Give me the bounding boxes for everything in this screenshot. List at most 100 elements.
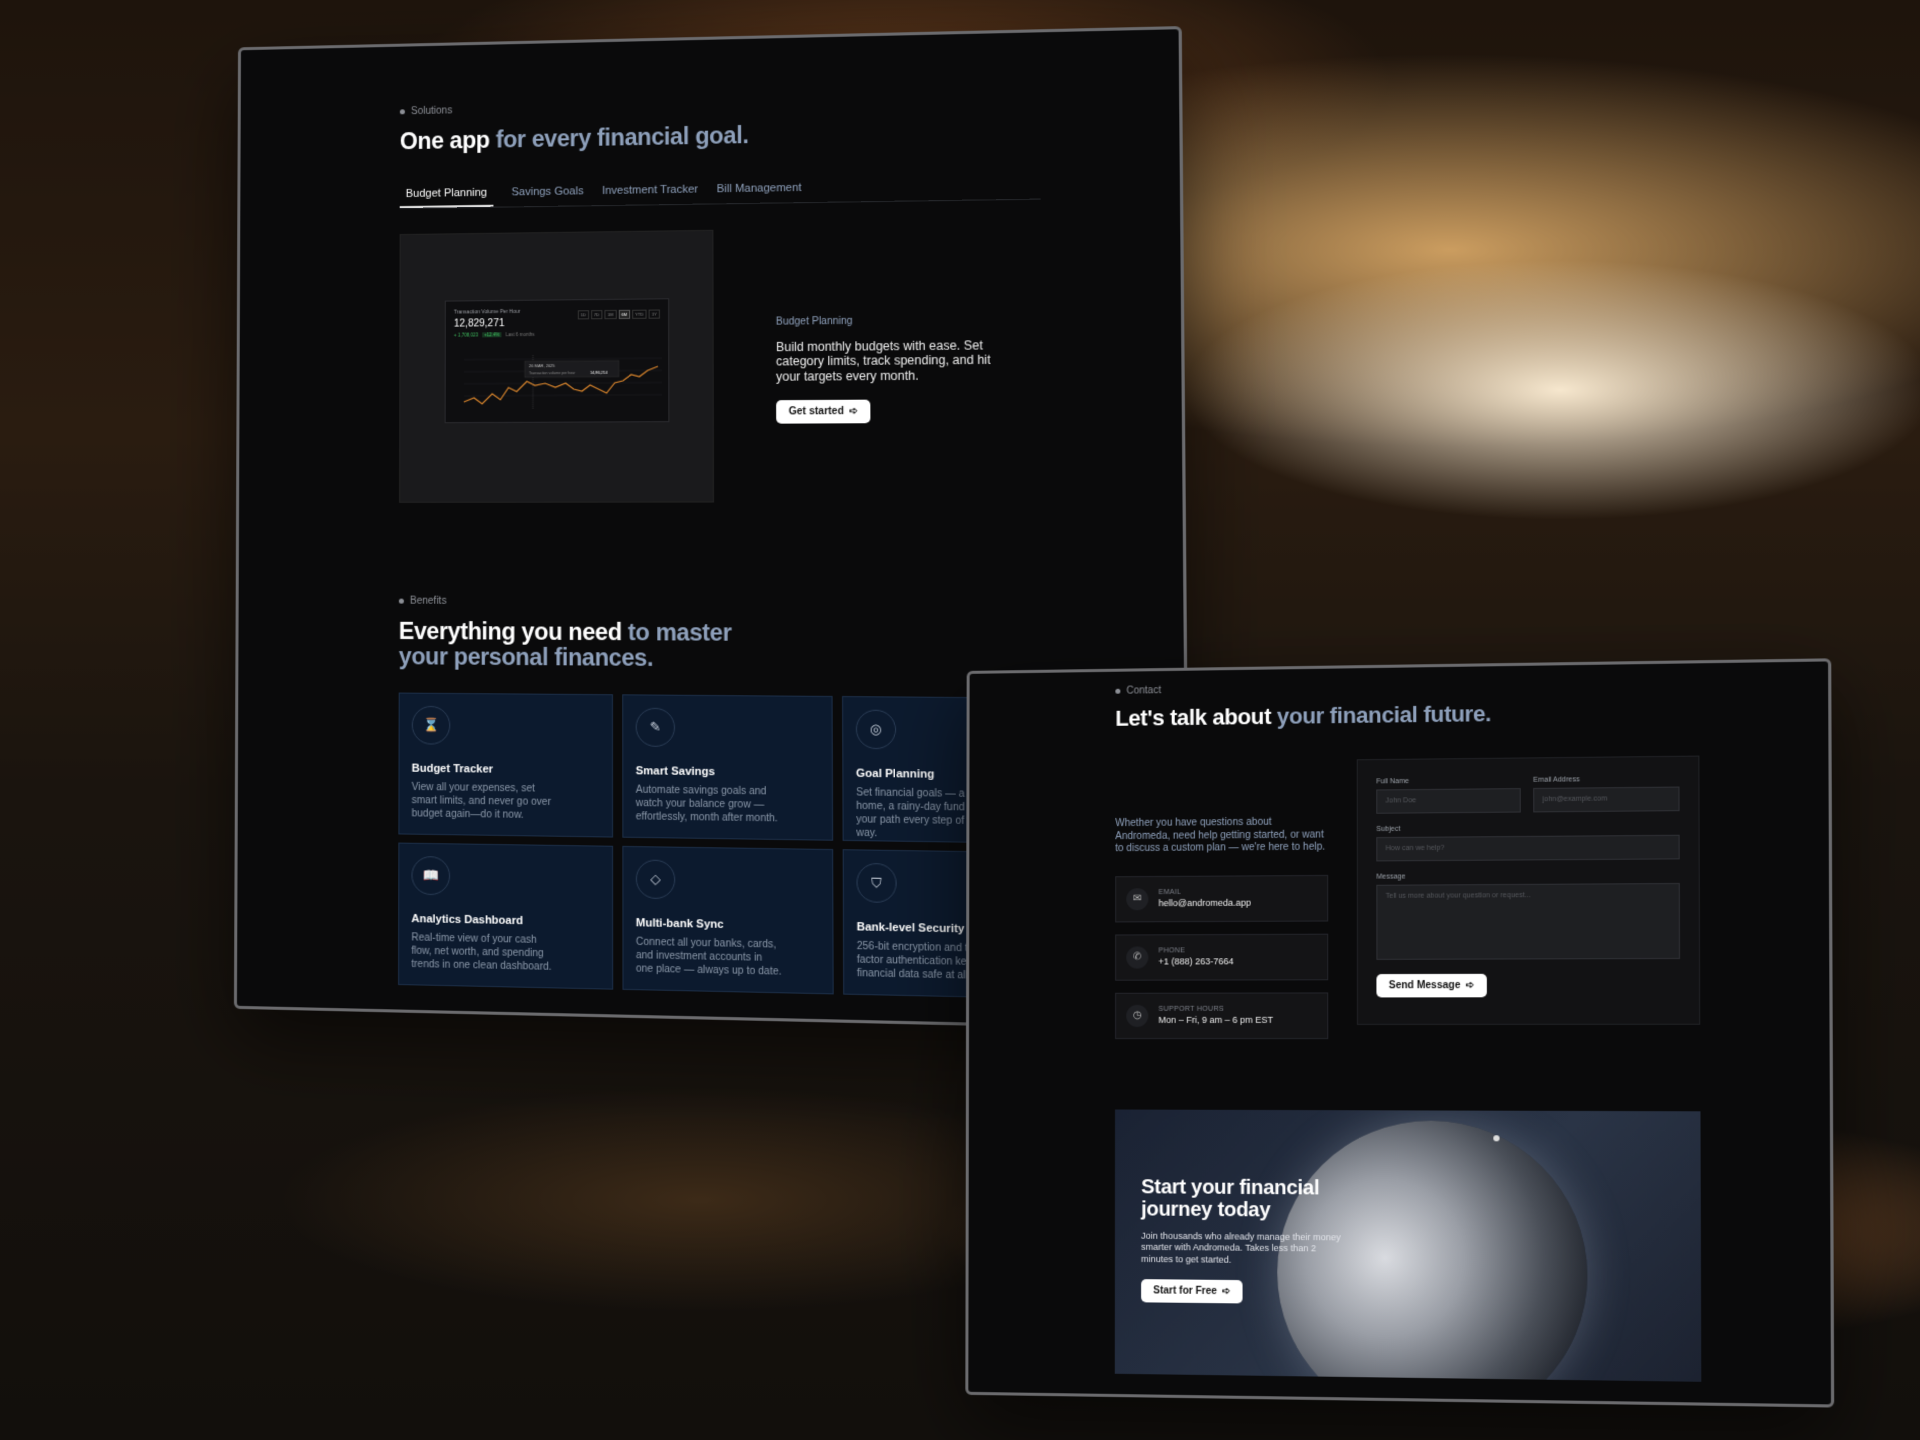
shield-icon: ⛉: [856, 862, 897, 904]
dot-icon: [398, 598, 404, 604]
target-icon: ◎: [855, 709, 897, 750]
range-1y[interactable]: 1Y: [648, 309, 660, 319]
preview-card: Transaction Volume Per Hour 12,829,271 +…: [444, 298, 670, 424]
message-group: Message Tell us more about your question…: [1376, 872, 1681, 960]
contact-label: SUPPORT HOURS: [1158, 1005, 1224, 1013]
tab-investment-tracker[interactable]: Investment Tracker: [602, 178, 698, 206]
phone-icon: ✆: [1126, 945, 1149, 969]
range-1m[interactable]: 1M: [604, 309, 617, 320]
contact-value: Mon – Fri, 9 am – 6 pm EST: [1158, 1014, 1274, 1025]
range-1d[interactable]: 1D: [577, 310, 589, 320]
contact-intro: Whether you have questions about Androme…: [1115, 816, 1326, 855]
hourglass-icon: ⌛: [411, 705, 451, 745]
name-group: Full Name John Doe: [1376, 777, 1521, 814]
contact-value: hello@andromeda.app: [1158, 897, 1251, 909]
message-field[interactable]: Tell us more about your question or requ…: [1376, 882, 1681, 960]
subject-label: Subject: [1376, 825, 1401, 834]
benefit-desc: Real-time view of your cash flow, net wo…: [411, 932, 552, 973]
email-field[interactable]: john@example.com: [1533, 786, 1680, 813]
benefit-card: ⌛ Budget Tracker View all your expenses,…: [398, 692, 614, 838]
eyebrow-label: Contact: [1126, 685, 1162, 697]
contact-email[interactable]: ✉ EMAIL hello@andromeda.app: [1115, 874, 1329, 922]
contact-eyebrow: Contact: [1115, 681, 1491, 697]
preview-compare: Last 6 months: [505, 331, 535, 338]
eyebrow-label: Solutions: [410, 105, 453, 118]
title-main: Everything you need: [398, 617, 622, 646]
preview-delta-row: + 1,708,023 +12.4% Last 6 months: [454, 331, 660, 338]
subject-field[interactable]: How can we help?: [1376, 834, 1680, 862]
message-label: Message: [1376, 873, 1406, 881]
benefits-section: Benefits Everything you need to master y…: [398, 595, 1184, 1000]
preview-pill: +12.4%: [482, 332, 502, 338]
arrow-right-icon: ➪: [1465, 979, 1475, 992]
get-started-button[interactable]: Get started ➪: [776, 399, 871, 424]
start-for-free-button[interactable]: Start for Free ➪: [1141, 1278, 1243, 1304]
range-ytd[interactable]: YTD: [632, 309, 647, 319]
tooltip-value: 14,86,214: [590, 371, 607, 375]
get-started-label: Get started: [788, 406, 844, 418]
form-row-names: Full Name John Doe Email Address john@ex…: [1376, 775, 1680, 814]
mail-icon: ✉: [1126, 887, 1149, 910]
contact-window: Contact Let's talk about your financial …: [965, 658, 1835, 1408]
moon-illustration: [1493, 1135, 1500, 1142]
dot-icon: [399, 109, 405, 115]
cta-text: Join thousands who already manage their …: [1141, 1230, 1341, 1265]
benefit-card: 📖 Analytics Dashboard Real-time view of …: [398, 842, 614, 990]
contact-header: Contact Let's talk about your financial …: [1115, 681, 1491, 731]
benefit-card: ✎ Smart Savings Automate savings goals a…: [622, 694, 834, 841]
start-for-free-label: Start for Free: [1153, 1285, 1217, 1297]
dot-icon: [1115, 688, 1121, 694]
tab-savings-goals[interactable]: Savings Goals: [511, 179, 583, 206]
contact-phone[interactable]: ✆ PHONE +1 (888) 263-7664: [1115, 933, 1329, 981]
arrow-right-icon: ➪: [1221, 1285, 1231, 1297]
preview-line-chart: 26 MAR, 2025 Transaction volume per hour…: [454, 352, 662, 416]
panel-text: Build monthly budgets with ease. Set cat…: [775, 338, 991, 384]
solution-panel: Budget Planning Build monthly budgets wi…: [776, 314, 1019, 424]
cta-banner: Start your financial journey today Join …: [1114, 1109, 1702, 1382]
benefit-title: Smart Savings: [635, 765, 716, 779]
gem-icon: ◇: [635, 859, 676, 900]
benefits-title: Everything you need to master your perso…: [398, 617, 748, 672]
eyebrow-label: Benefits: [409, 595, 447, 607]
contact-label: EMAIL: [1158, 888, 1182, 897]
solution-tabs: Budget Planning Savings Goals Investment…: [399, 172, 1041, 210]
contact-label: PHONE: [1158, 947, 1186, 955]
tooltip-date: 26 MAR, 2025: [529, 363, 556, 368]
tooltip-label: Transaction volume per hour: [529, 371, 576, 375]
benefit-title: Budget Tracker: [411, 762, 494, 776]
book-icon: 📖: [411, 855, 451, 896]
send-message-label: Send Message: [1388, 980, 1461, 992]
cta-title: Start your financial journey today: [1141, 1176, 1320, 1222]
chart-preview: Transaction Volume Per Hour 12,829,271 +…: [399, 229, 714, 503]
email-group: Email Address john@example.com: [1533, 775, 1680, 813]
title-main: One app: [399, 126, 490, 155]
contact-info: Whether you have questions about Androme…: [1115, 816, 1329, 1046]
arrow-right-icon: ➪: [849, 406, 858, 418]
benefits-eyebrow: Benefits: [398, 595, 1184, 610]
benefit-desc: Automate savings goals and watch your ba…: [635, 784, 778, 825]
clock-icon: ◷: [1126, 1004, 1149, 1027]
benefit-desc: Connect all your banks, cards, and inves…: [635, 936, 782, 978]
preview-delta: + 1,708,023: [453, 332, 479, 338]
name-field[interactable]: John Doe: [1376, 788, 1521, 814]
send-message-button[interactable]: Send Message ➪: [1376, 973, 1487, 998]
contact-form: Full Name John Doe Email Address john@ex…: [1356, 755, 1701, 1025]
range-selector: 1D 7D 1M 6M YTD 1Y: [577, 309, 660, 320]
range-7d[interactable]: 7D: [590, 310, 603, 320]
panel-label: Budget Planning: [775, 315, 853, 328]
tab-bill-management[interactable]: Bill Management: [717, 176, 802, 204]
title-mute: your financial future.: [1271, 700, 1492, 729]
tab-budget-planning[interactable]: Budget Planning: [399, 180, 494, 209]
contact-text: SUPPORT HOURS Mon – Fri, 9 am – 6 pm EST: [1158, 1006, 1273, 1025]
subject-group: Subject How can we help?: [1376, 823, 1680, 862]
contact-hours: ◷ SUPPORT HOURS Mon – Fri, 9 am – 6 pm ES…: [1115, 991, 1329, 1039]
title-mute: for every financial goal.: [489, 121, 749, 153]
cta-content: Start your financial journey today Join …: [1141, 1176, 1345, 1304]
range-6m[interactable]: 6M: [618, 309, 631, 320]
benefit-title: Analytics Dashboard: [411, 912, 523, 928]
solutions-eyebrow: Solutions: [399, 92, 1115, 118]
contact-text: PHONE +1 (888) 263-7664: [1158, 947, 1233, 966]
name-label: Full Name: [1376, 777, 1410, 786]
benefit-card: ◇ Multi-bank Sync Connect all your banks…: [622, 845, 834, 995]
contact-text: EMAIL hello@andromeda.app: [1158, 888, 1251, 909]
